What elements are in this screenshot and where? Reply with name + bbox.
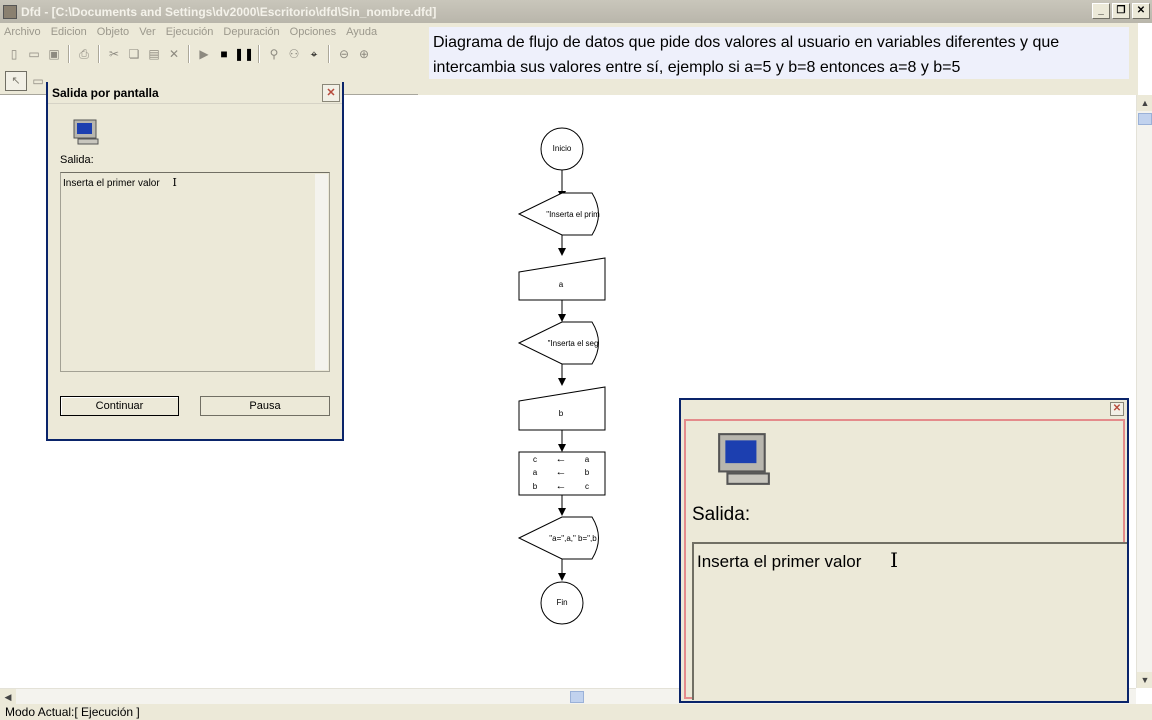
pause-icon[interactable]: ❚❚ xyxy=(234,45,254,63)
menu-bar: Archivo Edicion Objeto Ver Ejecución Dep… xyxy=(0,23,420,41)
menu-opciones[interactable]: Opciones xyxy=(290,26,336,38)
assign-arrow-1: ← xyxy=(555,453,567,465)
toolbar-separator xyxy=(98,45,100,63)
step-icon[interactable]: ⚲ xyxy=(265,45,283,63)
text-cursor-icon-large: I xyxy=(890,548,899,572)
output-object-icon[interactable]: ▭ xyxy=(29,72,47,90)
open-file-icon[interactable]: ▭ xyxy=(25,45,43,63)
new-file-icon[interactable]: ▯ xyxy=(5,45,23,63)
app-icon xyxy=(3,4,17,19)
output-2-label: "Inserta el seg xyxy=(547,339,599,348)
dialog-title: Salida por pantalla xyxy=(48,82,342,104)
output-1-label: "Inserta el prim xyxy=(546,210,600,219)
main-toolbar: ▯ ▭ ▣ ⎙ ✂ ❏ ▤ ✕ ▶ ■ ❚❚ ⚲ ⚇ ⌖ ⊖ ⊕ xyxy=(0,41,418,67)
end-label: Fin xyxy=(556,598,568,607)
menu-ver[interactable]: Ver xyxy=(139,26,156,38)
output-3-label: "a=",a," b=",b xyxy=(549,534,597,543)
zoom-content: Salida: Inserta el primer valor I xyxy=(684,419,1127,700)
cut-icon[interactable]: ✂ xyxy=(105,45,123,63)
paste-icon[interactable]: ▤ xyxy=(145,45,163,63)
start-label: Inicio xyxy=(552,144,572,153)
text-cursor-icon: I xyxy=(172,176,177,189)
dialog-output-label: Salida: xyxy=(60,154,94,166)
vertical-scrollbar[interactable]: ▲ ▼ xyxy=(1136,95,1152,688)
zoom-out-icon[interactable]: ⊖ xyxy=(335,45,353,63)
scroll-left-icon[interactable]: ◀ xyxy=(0,689,16,705)
window-title: Dfd - [C:\Documents and Settings\dv2000\… xyxy=(21,4,437,19)
stop-icon[interactable]: ■ xyxy=(215,45,233,63)
copy-icon[interactable]: ❏ xyxy=(125,45,143,63)
print-icon[interactable]: ⎙ xyxy=(75,45,93,63)
toolbar-separator xyxy=(68,45,70,63)
select-pointer-icon[interactable]: ↖ xyxy=(5,70,27,91)
dialog-close-icon[interactable]: ✕ xyxy=(322,84,340,102)
dialog-output-box[interactable]: Inserta el primer valor I xyxy=(60,172,330,372)
horizontal-scroll-thumb[interactable] xyxy=(570,691,584,703)
zoom-in-icon[interactable]: ⊕ xyxy=(355,45,373,63)
output-dialog: Salida por pantalla ✕ Salida: Inserta el… xyxy=(46,82,344,441)
assign-left-2: a xyxy=(532,468,538,477)
continue-button[interactable]: Continuar xyxy=(60,396,179,416)
toolbar-separator xyxy=(258,45,260,63)
zoom-title-bar xyxy=(681,400,1127,419)
menu-depuracion[interactable]: Depuración xyxy=(223,26,279,38)
description-text[interactable]: Diagrama de flujo de datos que pide dos … xyxy=(429,27,1129,79)
assign-left-1: c xyxy=(533,455,537,464)
run-icon[interactable]: ▶ xyxy=(195,45,213,63)
assign-right-2: b xyxy=(584,468,590,477)
assign-left-3: b xyxy=(532,482,538,491)
toolbar-separator xyxy=(188,45,190,63)
watch-icon[interactable]: ⌖ xyxy=(305,45,323,63)
menu-ayuda[interactable]: Ayuda xyxy=(346,26,377,38)
zoomed-output-dialog: ✕ Salida: Inserta el primer valor I xyxy=(679,398,1129,703)
computer-icon-large xyxy=(718,433,770,485)
zoom-output-label: Salida: xyxy=(692,504,751,525)
toolbar-separator xyxy=(328,45,330,63)
dialog-output-scrollbar[interactable] xyxy=(315,174,328,370)
menu-ejecucion[interactable]: Ejecución xyxy=(166,26,214,38)
title-bar: Dfd - [C:\Documents and Settings\dv2000\… xyxy=(0,0,1152,23)
zoom-output-text: Inserta el primer valor xyxy=(697,552,862,571)
delete-icon[interactable]: ✕ xyxy=(165,45,183,63)
assign-right-1: a xyxy=(584,455,590,464)
scroll-down-icon[interactable]: ▼ xyxy=(1137,672,1152,688)
computer-icon xyxy=(73,119,99,145)
input-a-label: a xyxy=(558,280,564,289)
menu-archivo[interactable]: Archivo xyxy=(4,26,41,38)
status-bar: Modo Actual:[ Ejecución ] xyxy=(0,704,1152,720)
menu-objeto[interactable]: Objeto xyxy=(97,26,129,38)
restore-icon[interactable]: ❐ xyxy=(1112,3,1130,19)
close-icon[interactable]: ✕ xyxy=(1132,3,1150,19)
save-icon[interactable]: ▣ xyxy=(45,45,63,63)
zoom-output-box[interactable]: Inserta el primer valor I xyxy=(692,542,1127,700)
assign-arrow-2: ← xyxy=(555,466,567,478)
pause-button[interactable]: Pausa xyxy=(200,396,330,416)
input-b-label: b xyxy=(558,409,564,418)
minimize-icon[interactable]: _ xyxy=(1092,3,1110,19)
vertical-scroll-thumb[interactable] xyxy=(1138,113,1152,125)
dialog-output-text: Inserta el primer valor xyxy=(63,178,160,189)
scroll-up-icon[interactable]: ▲ xyxy=(1137,95,1152,111)
zoom-close-icon[interactable]: ✕ xyxy=(1110,402,1124,416)
walk-icon[interactable]: ⚇ xyxy=(285,45,303,63)
assign-right-3: c xyxy=(585,482,589,491)
menu-edicion[interactable]: Edicion xyxy=(51,26,87,38)
assign-arrow-3: ← xyxy=(555,480,567,492)
